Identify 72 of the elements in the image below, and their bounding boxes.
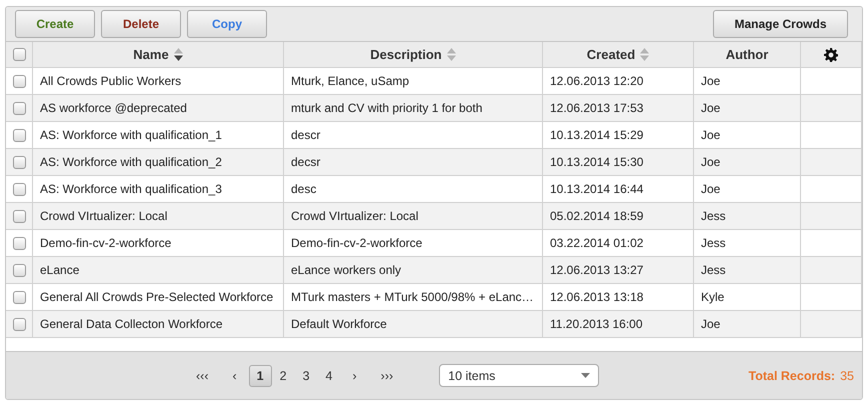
table-cell: 12.06.2013 13:18 <box>543 284 694 311</box>
table-cell: Joe <box>694 176 801 203</box>
table-cell: eLance <box>33 257 284 284</box>
table-cell: 10.13.2014 15:30 <box>543 149 694 176</box>
delete-button[interactable]: Delete <box>101 10 181 38</box>
row-checkbox[interactable] <box>12 102 26 114</box>
row-checkbox[interactable] <box>12 290 26 304</box>
table-cell: Jess <box>694 230 801 257</box>
table-cell: Joe <box>694 311 801 338</box>
table-cell: AS: Workforce with qualification_2 <box>33 149 284 176</box>
table-cell: 05.02.2014 18:59 <box>543 203 694 230</box>
page-link[interactable]: 2 <box>272 364 295 386</box>
table-cell: AS: Workforce with qualification_3 <box>33 176 284 203</box>
row-checkbox[interactable] <box>12 182 26 196</box>
page-link[interactable]: 3 <box>294 364 318 386</box>
table-cell: descr <box>284 122 543 149</box>
table-cell: 03.22.2014 01:02 <box>543 230 694 257</box>
table-cell: General Data Collecton Workforce <box>33 311 284 338</box>
column-title[interactable]: Name <box>133 47 169 62</box>
table-cell: Joe <box>694 68 801 95</box>
table-cell: mturk and CV with priority 1 for both <box>284 95 543 122</box>
column-title[interactable]: Created <box>586 47 636 62</box>
column-title[interactable]: Author <box>726 47 768 62</box>
table-cell: Joe <box>694 149 801 176</box>
create-button[interactable]: Create <box>15 10 95 38</box>
column-title[interactable]: Description <box>370 47 442 62</box>
row-checkbox[interactable] <box>12 128 26 142</box>
settings-icon[interactable] <box>824 48 838 62</box>
table-cell: Jess <box>694 257 801 284</box>
table-cell: AS workforce @deprecated <box>33 95 284 122</box>
table-cell: Joe <box>694 122 801 149</box>
row-checkbox[interactable] <box>12 210 26 222</box>
table-cell: Default Workforce <box>284 311 543 338</box>
table-cell: Jess <box>694 203 801 230</box>
table-cell: Demo-fin-cv-2-workforce <box>33 230 284 257</box>
table-cell: 10.13.2014 15:29 <box>543 122 694 149</box>
caret-icon <box>581 373 590 378</box>
row-checkbox[interactable] <box>12 236 26 250</box>
row-checkbox[interactable] <box>12 318 26 330</box>
table-cell: AS: Workforce with qualification_1 <box>33 122 284 149</box>
total-records-label: Total Records: <box>748 368 836 382</box>
table-cell: 12.06.2013 17:53 <box>543 95 694 122</box>
table-cell: 10.13.2014 16:44 <box>543 176 694 203</box>
table-cell: MTurk masters + MTurk 5000/98% + eLanc… <box>284 284 543 311</box>
row-checkbox[interactable] <box>12 156 26 168</box>
table-cell: eLance workers only <box>284 257 543 284</box>
table-cell: Joe <box>694 95 801 122</box>
table-cell: General All Crowds Pre-Selected Workforce <box>33 284 284 311</box>
previous-page-link[interactable]: ‹ <box>224 366 245 386</box>
select-all-checkbox[interactable] <box>12 48 26 61</box>
manage-crowds-button[interactable]: Manage Crowds <box>713 10 848 38</box>
table-cell: Crowd VIrtualizer: Local <box>284 203 543 230</box>
total-records-value: 35 <box>840 369 854 383</box>
table-cell: decsr <box>284 149 543 176</box>
table-cell: Mturk, Elance, uSamp <box>284 68 543 95</box>
last-page-link[interactable]: ››› <box>372 366 402 386</box>
next-page-link[interactable]: › <box>344 366 365 386</box>
page-size-select[interactable]: 10 items <box>439 364 600 387</box>
page-link[interactable]: 4 <box>318 364 340 386</box>
row-checkbox[interactable] <box>12 264 26 276</box>
page-link[interactable]: 1 <box>248 364 272 386</box>
row-checkbox[interactable] <box>12 74 26 88</box>
sort-icon[interactable] <box>174 48 183 61</box>
table-cell: 12.06.2013 12:20 <box>543 68 694 95</box>
table-cell: Kyle <box>694 284 801 311</box>
table-cell: Demo-fin-cv-2-workforce <box>284 230 543 257</box>
first-page-link[interactable]: ‹‹‹ <box>188 366 216 386</box>
table-cell: 11.20.2013 16:00 <box>543 311 694 338</box>
table-cell: Crowd VIrtualizer: Local <box>33 203 284 230</box>
table-cell: All Crowds Public Workers <box>33 68 284 95</box>
table-cell: desc <box>284 176 543 203</box>
table-cell: 12.06.2013 13:27 <box>543 257 694 284</box>
